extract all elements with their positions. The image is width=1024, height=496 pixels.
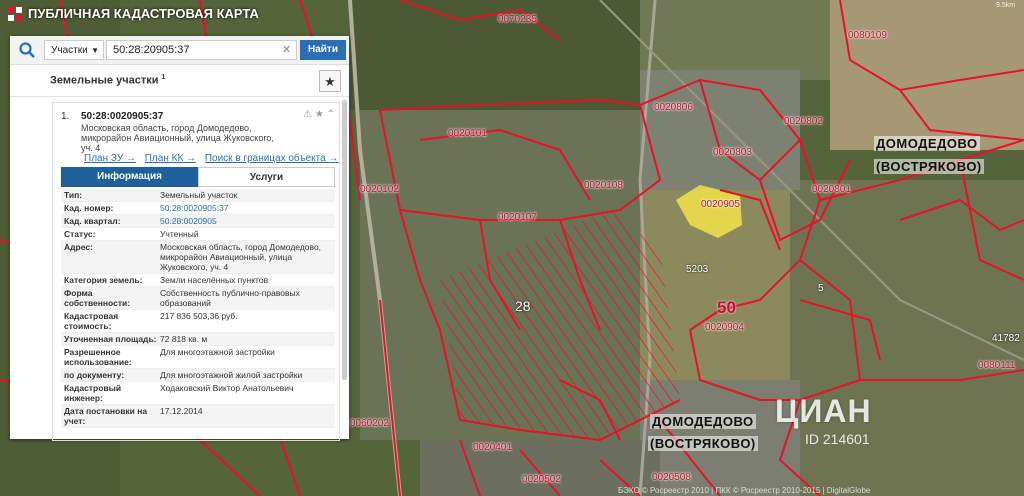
info-row: Уточненная площадь: 72 818 кв. м: [61, 333, 335, 346]
tab-services[interactable]: Услуги: [198, 167, 335, 187]
search-bar: Участки ▼ ✕ Найти: [10, 36, 349, 65]
info-row: Кадастровая стоимость: 217 836 503,36 руб…: [61, 310, 335, 333]
info-row: Кад. квартал: 50:28:0020905: [61, 215, 335, 228]
info-value: Для многоэтажной жилой застройки: [160, 370, 303, 380]
info-key: Форма собственности:: [64, 288, 131, 308]
card-links: План ЗУ → План КК → Поиск в границах объ…: [84, 153, 339, 164]
parcel-label[interactable]: 0020101: [448, 128, 487, 139]
rosreestr-logo-icon: [8, 6, 22, 21]
parcel-label[interactable]: 0020102: [360, 184, 399, 195]
search-input[interactable]: [106, 40, 297, 60]
info-row: Статус: Учтенный: [61, 228, 335, 241]
info-row: Разрешенное использование: Для многоэтажн…: [61, 346, 335, 369]
parcel-card: 1. 50:28:0020905:37 Московская область, …: [52, 102, 340, 441]
road-label: 5: [818, 283, 824, 294]
parcel-label-highlighted[interactable]: 0020905: [701, 199, 740, 210]
info-value[interactable]: 50:28:0020905: [160, 216, 335, 226]
town-label: (ВОСТРЯКОВО): [874, 159, 984, 174]
parcel-label[interactable]: 0080109: [848, 30, 887, 41]
info-value[interactable]: 50:28:0020905:37: [160, 203, 335, 213]
parcel-label[interactable]: 0060202: [350, 418, 389, 429]
favorite-star-icon[interactable]: ★: [319, 70, 341, 92]
info-key: Статус:: [64, 229, 96, 239]
info-row: Форма собственности: Собственность публич…: [61, 287, 335, 310]
card-actions[interactable]: ⚠ ★ ⌃: [303, 109, 335, 120]
scale-label: 9.5km: [996, 2, 1016, 9]
info-value: 17.12.2014: [160, 406, 203, 416]
info-key: Уточненная площадь:: [64, 334, 157, 344]
road-label: 41782: [992, 333, 1020, 344]
info-value: Земельный участок: [160, 190, 238, 200]
parcel-label[interactable]: 0020401: [473, 442, 512, 453]
card-cad-number[interactable]: 50:28:0020905:37: [81, 111, 163, 122]
info-row: Кадастровый инженер: Ходаковский Виктор А…: [61, 382, 335, 405]
info-key: по документу:: [64, 370, 125, 380]
info-value: Земли населённых пунктов: [160, 275, 269, 285]
tab-info[interactable]: Информация: [61, 167, 198, 187]
search-icon[interactable]: [18, 41, 36, 59]
info-key: Кадастровая стоимость:: [64, 311, 119, 331]
info-row: Кад. номер: 50:28:0020905:37: [61, 202, 335, 215]
parcel-label[interactable]: 0070235: [498, 14, 537, 25]
card-address: Московская область, город Домодедово, ми…: [81, 123, 274, 153]
clear-icon[interactable]: ✕: [282, 43, 291, 56]
info-key: Адрес:: [64, 242, 93, 252]
parcel-label[interactable]: 0020108: [584, 180, 623, 191]
town-label: ДОМОДЕДОВО: [650, 414, 756, 429]
watermark: ЦИАН ID 214601: [775, 393, 872, 447]
parcel-label[interactable]: 0020107: [498, 212, 537, 223]
plan-kk-link[interactable]: План КК →: [145, 153, 196, 164]
search-in-bounds-link[interactable]: Поиск в границах объекта →: [205, 153, 339, 164]
info-key: Кадастровый инженер:: [64, 383, 122, 403]
info-value: Учтенный: [160, 229, 199, 239]
map-copyright: БЭКО © Росреестр 2010 | ПКК © Росреестр …: [618, 486, 871, 495]
info-value: 217 836 503,36 руб.: [160, 311, 238, 321]
card-index: 1.: [61, 111, 70, 122]
road-label: 5203: [686, 264, 709, 275]
info-row: Тип: Земельный участок: [61, 189, 335, 202]
listing-id: ID 214601: [805, 431, 870, 447]
info-table: Тип: Земельный участок Кад. номер: 50:28:00…: [61, 189, 335, 428]
info-value: Ходаковский Виктор Анатольевич: [160, 383, 294, 393]
info-value: Для многоэтажной застройки: [160, 347, 275, 357]
app-title: ПУБЛИЧНАЯ КАДАСТРОВАЯ КАРТА: [28, 6, 259, 21]
district-number: 28: [515, 298, 531, 314]
search-type-label: Участки: [51, 45, 88, 56]
parcel-label[interactable]: 0020803: [713, 147, 752, 158]
lots-title: Земельные участки 1: [50, 74, 166, 87]
info-value: Собственность публично-правовых образова…: [160, 288, 300, 308]
info-value: Московская область, город Домодедово, ми…: [160, 242, 322, 272]
search-type-select[interactable]: Участки ▼: [44, 40, 104, 60]
parcel-label[interactable]: 0020508: [652, 472, 691, 483]
parcel-label[interactable]: 0020502: [522, 474, 561, 485]
info-key: Кад. номер:: [64, 203, 114, 213]
panel-scrollbar[interactable]: [342, 100, 347, 380]
info-value: 72 818 кв. м: [160, 334, 208, 344]
lots-header: Земельные участки 1 ★: [10, 66, 349, 97]
info-row: по документу: Для многоэтажной жилой заст…: [61, 369, 335, 382]
info-row: Адрес: Московская область, город Домодедо…: [61, 241, 335, 274]
info-key: Категория земель:: [64, 275, 143, 285]
town-label: (ВОСТРЯКОВО): [648, 436, 758, 451]
parcel-label[interactable]: 0020802: [784, 116, 823, 127]
chevron-down-icon: ▼: [91, 46, 99, 55]
search-button[interactable]: Найти: [300, 40, 346, 60]
info-panel: Участки ▼ ✕ Найти Земельные участки 1 ★ …: [10, 36, 349, 441]
info-key: Разрешенное использование:: [64, 347, 132, 367]
info-key: Тип:: [64, 190, 83, 200]
parcel-label[interactable]: 0020806: [654, 102, 693, 113]
town-label: ДОМОДЕДОВО: [874, 136, 980, 151]
parcel-label[interactable]: 0080111: [978, 360, 1015, 371]
region-badge: 50: [717, 298, 736, 317]
plan-zu-link[interactable]: План ЗУ →: [84, 153, 136, 164]
cian-logo: ЦИАН: [775, 393, 872, 429]
card-tabs: Информация Услуги: [61, 167, 335, 187]
app-title-bar: ПУБЛИЧНАЯ КАДАСТРОВАЯ КАРТА: [8, 6, 259, 21]
info-key: Кад. квартал:: [64, 216, 121, 226]
info-key: Дата постановки на учет:: [64, 406, 148, 426]
info-row: Дата постановки на учет: 17.12.2014: [61, 405, 335, 428]
parcel-label[interactable]: 0020801: [812, 184, 851, 195]
parcel-label[interactable]: 0020904: [705, 322, 744, 333]
info-row: Категория земель: Земли населённых пункто…: [61, 274, 335, 287]
